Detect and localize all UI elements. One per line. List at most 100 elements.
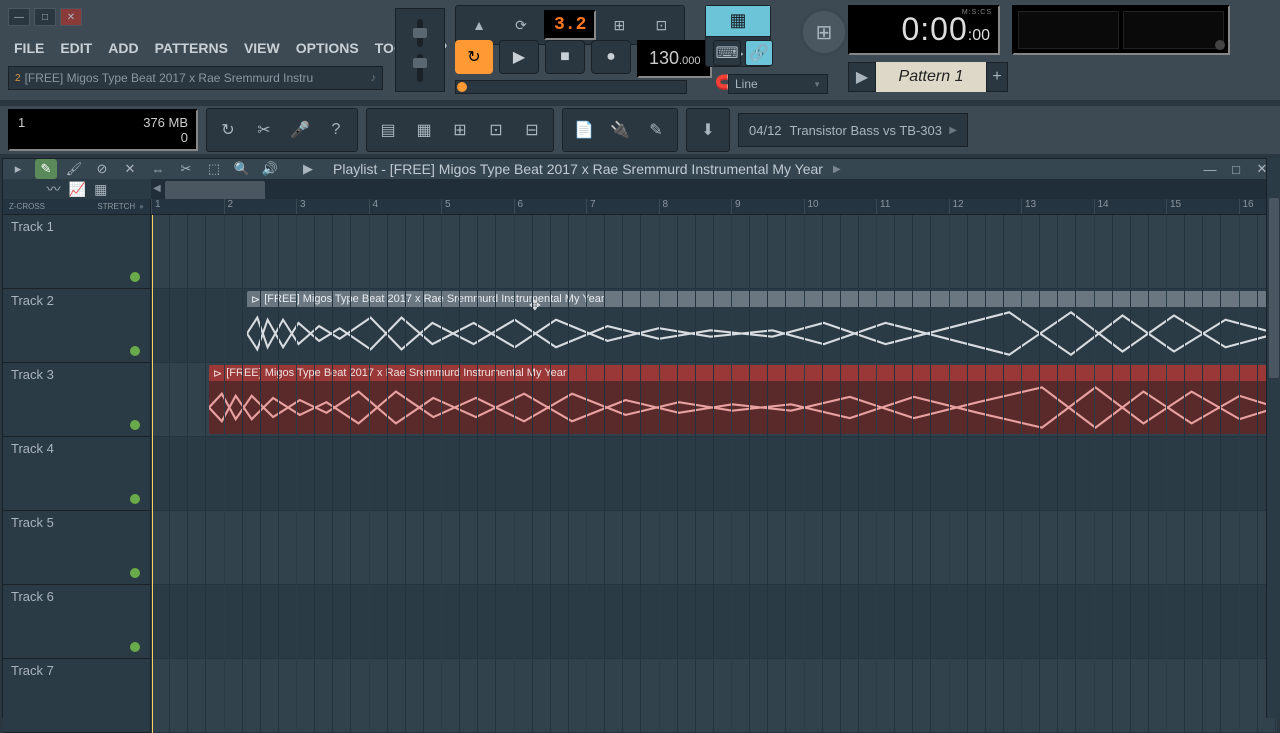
pattern-mode-button[interactable]: ▦ [706,6,770,37]
track-row[interactable] [151,511,1277,585]
time-signature[interactable]: 3.2 [544,10,596,40]
minimize-button[interactable]: — [8,8,30,26]
track-row[interactable]: ⊳[FREE] Migos Type Beat 2017 x Rae Sremm… [151,289,1277,363]
mute-button[interactable] [130,568,140,578]
mute-button[interactable] [130,420,140,430]
blend-icon[interactable]: ⊞ [600,12,638,38]
bar-marker[interactable]: 10 [804,199,819,214]
record-button[interactable]: ● [591,40,631,74]
tempo-display[interactable]: 130.000 [637,40,712,78]
pattern-play-button[interactable]: ▶ [848,62,876,92]
bar-marker[interactable]: 12 [949,199,964,214]
audio-clip-gray[interactable]: ⊳[FREE] Migos Type Beat 2017 x Rae Sremm… [247,291,1277,360]
vertical-scrollbar[interactable] [1266,158,1280,718]
chevron-left-icon[interactable]: ◀ [153,183,161,194]
open-button[interactable]: 📄 [567,113,601,147]
metronome-icon[interactable]: ▲ [460,12,498,38]
maximize-button[interactable]: □ [34,8,56,26]
track-row[interactable] [151,585,1277,659]
bar-marker[interactable]: 6 [514,199,524,214]
view-playlist-button[interactable]: ▤ [371,113,405,147]
bar-marker[interactable]: 2 [224,199,234,214]
master-pitch-slider[interactable] [417,19,423,47]
mute-button[interactable] [130,346,140,356]
pl-select-tool[interactable]: ⬚ [203,159,225,179]
track-header-3[interactable]: Track 3 [3,363,150,437]
brush-button[interactable]: ✎ [639,113,673,147]
pl-draw-tool[interactable]: ✎ [35,159,57,179]
menu-view[interactable]: VIEW [238,36,286,61]
pl-menu-button[interactable]: ▸ [7,159,29,179]
bar-marker[interactable]: 8 [659,199,669,214]
bar-marker[interactable]: 16 [1239,199,1254,214]
pl-slice-tool[interactable]: ✂ [175,159,197,179]
time-display[interactable]: M:S:CS 0:00 :00 [848,5,1000,55]
step-icon[interactable]: ⊡ [642,12,680,38]
close-button[interactable]: ✕ [60,8,82,26]
bar-marker[interactable]: 3 [296,199,306,214]
song-position-marker[interactable] [457,82,467,92]
master-volume-slider[interactable] [417,54,423,82]
track-header-4[interactable]: Track 4 [3,437,150,511]
typing-keyboard-button[interactable]: ⌨ [713,40,741,66]
bar-marker[interactable]: 14 [1094,199,1109,214]
pl-zoom-tool[interactable]: 🔍 [231,159,253,179]
pattern-icon[interactable]: ▦ [94,181,107,198]
track-row[interactable] [151,215,1277,289]
pl-paint-tool[interactable]: 🖌 [63,159,85,179]
timeline-area[interactable]: 12345678910111213141516 ⊳[FREE] Migos Ty… [151,199,1277,733]
mute-button[interactable] [130,642,140,652]
track-row[interactable]: ⊳[FREE] Migos Type Beat 2017 x Rae Sremm… [151,363,1277,437]
scrollbar-thumb[interactable] [165,181,265,201]
track-header-2[interactable]: Track 2 [3,289,150,363]
link-button[interactable]: 🔗 [745,40,773,66]
pl-erase-tool[interactable]: ⊘ [91,159,113,179]
bar-marker[interactable]: 1 [151,199,161,214]
horizontal-scrollbar[interactable]: ◀ ▶ [151,179,1277,199]
track-header-6[interactable]: Track 6 [3,585,150,659]
menu-edit[interactable]: EDIT [54,36,98,61]
pl-minimize-button[interactable]: — [1199,159,1221,179]
menu-add[interactable]: ADD [102,36,144,61]
download-button[interactable]: ⬇ [691,113,725,147]
snap-selector[interactable]: Line ▼ [728,74,828,94]
news-bar[interactable]: 04/12 Transistor Bass vs TB-303 ▶ [738,113,968,147]
loop-button[interactable]: ↻ [455,40,493,74]
clip-handle-icon[interactable]: ⊳ [213,367,222,380]
bar-marker[interactable]: 5 [441,199,451,214]
track-header-1[interactable]: Track 1 [3,215,150,289]
bar-marker[interactable]: 9 [731,199,741,214]
menu-patterns[interactable]: PATTERNS [149,36,234,61]
scrollbar-thumb[interactable] [1269,198,1279,378]
help-button[interactable]: ? [319,113,353,147]
mute-button[interactable] [130,494,140,504]
track-row[interactable] [151,659,1277,733]
track-header-5[interactable]: Track 5 [3,511,150,585]
undo-button[interactable]: ↻ [211,113,245,147]
menu-options[interactable]: OPTIONS [290,36,365,61]
bar-marker[interactable]: 4 [369,199,379,214]
pl-playback-tool[interactable]: 🔊 [259,159,281,179]
view-browser-button[interactable]: ⊟ [515,113,549,147]
pattern-add-button[interactable]: + [986,62,1008,92]
automation-icon[interactable]: 📈 [69,181,86,198]
plugin-button[interactable]: 🔌 [603,113,637,147]
track-row[interactable] [151,437,1277,511]
mute-button[interactable] [130,272,140,282]
waveform-icon[interactable]: 〰 [47,179,61,199]
bar-marker[interactable]: 13 [1021,199,1036,214]
bar-marker[interactable]: 11 [876,199,890,214]
countdown-icon[interactable]: ⟳ [502,12,540,38]
stretch-toggle[interactable]: STRETCH [97,202,135,211]
stop-button[interactable]: ■ [545,40,585,74]
pl-maximize-button[interactable]: □ [1225,159,1247,179]
pl-sync-button[interactable]: ▶ [297,159,319,179]
cut-button[interactable]: ✂ [247,113,281,147]
record-mic-button[interactable]: 🎤 [283,113,317,147]
pl-mute-tool[interactable]: ✕ [119,159,141,179]
menu-file[interactable]: FILE [8,36,50,61]
mixer-button[interactable]: ⊞ [800,8,848,56]
play-button[interactable]: ▶ [499,40,539,74]
song-position-bar[interactable] [455,80,687,94]
bar-ruler[interactable]: 12345678910111213141516 [151,199,1277,215]
